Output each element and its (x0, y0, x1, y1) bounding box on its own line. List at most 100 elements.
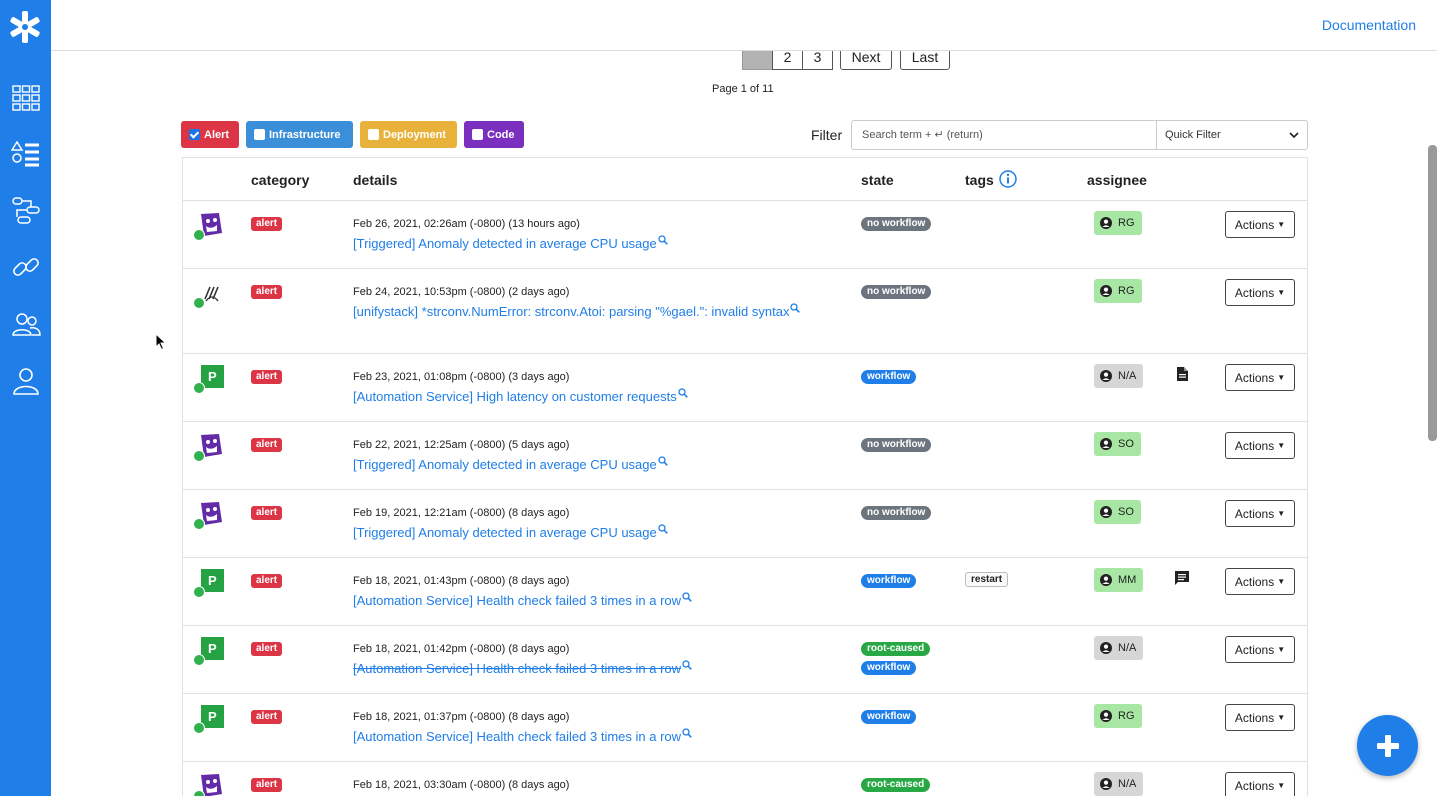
last-page-button[interactable]: Last (900, 51, 950, 70)
magnifier-icon[interactable] (658, 456, 668, 466)
table-row[interactable]: alert Feb 22, 2021, 12:25am (-0800) (5 da… (183, 422, 1307, 490)
avatar-icon (1100, 642, 1112, 654)
timestamp: Feb 18, 2021, 03:30am (-0800) (8 days ag… (353, 779, 570, 791)
magnifier-icon[interactable] (682, 728, 692, 738)
column-header-details[interactable]: details (353, 172, 397, 188)
assignee-badge[interactable]: SO (1094, 500, 1141, 524)
workflow-icon[interactable] (11, 195, 41, 225)
assignee-badge[interactable]: N/A (1094, 636, 1144, 660)
state-badge[interactable]: workflow (861, 710, 917, 724)
state-badge[interactable]: workflow (861, 370, 917, 384)
assignee-badge[interactable]: N/A (1094, 364, 1144, 388)
caret-down-icon: ▼ (1277, 373, 1286, 382)
document-icon[interactable] (1174, 366, 1190, 382)
magnifier-icon[interactable] (790, 303, 801, 313)
column-header-tags[interactable]: tags (965, 170, 1017, 188)
assignee-badge[interactable]: RG (1094, 211, 1142, 235)
assignee-badge[interactable]: RG (1094, 279, 1142, 303)
alert-title-link[interactable]: [Automation Service] Health check failed… (353, 728, 843, 746)
caret-down-icon: ▼ (1277, 781, 1286, 790)
dashboard-grid-icon[interactable] (11, 83, 41, 113)
alerts-table: category details state tags assignee ale… (182, 157, 1308, 796)
alert-list-icon[interactable] (11, 139, 41, 169)
status-dot-icon (193, 297, 205, 309)
quick-filter-select[interactable]: Quick Filter (1156, 120, 1308, 150)
column-header-assignee[interactable]: assignee (1087, 172, 1147, 188)
team-icon[interactable] (11, 309, 41, 339)
page-3-button[interactable]: 3 (802, 51, 833, 70)
logo-icon[interactable] (8, 10, 42, 44)
assignee-badge[interactable]: RG (1094, 704, 1142, 728)
filter-chip-deployment[interactable]: Deployment (360, 121, 457, 148)
actions-label: Actions (1234, 506, 1275, 521)
info-icon[interactable] (999, 170, 1017, 188)
actions-dropdown-button[interactable]: Actions ▼ (1225, 279, 1295, 306)
magnifier-icon[interactable] (658, 235, 668, 245)
actions-dropdown-button[interactable]: Actions ▼ (1225, 704, 1295, 731)
page-1-button[interactable]: 1 (742, 51, 773, 70)
state-badge[interactable]: workflow (861, 661, 917, 675)
alert-title-link[interactable]: [Triggered] Anomaly detected in average … (353, 524, 843, 542)
timestamp: Feb 26, 2021, 02:26am (-0800) (13 hours … (353, 218, 580, 230)
actions-dropdown-button[interactable]: Actions ▼ (1225, 211, 1295, 238)
column-header-category[interactable]: category (251, 172, 309, 188)
alert-title-text: [Automation Service] High latency on cus… (353, 389, 677, 404)
table-row[interactable]: Palert Feb 18, 2021, 01:43pm (-0800) (8 d… (183, 558, 1307, 626)
table-row[interactable]: Palert Feb 18, 2021, 01:37pm (-0800) (8 d… (183, 694, 1307, 762)
actions-dropdown-button[interactable]: Actions ▼ (1225, 568, 1295, 595)
actions-dropdown-button[interactable]: Actions ▼ (1225, 636, 1295, 663)
magnifier-icon[interactable] (658, 524, 668, 534)
table-row[interactable]: alert Feb 19, 2021, 12:21am (-0800) (8 da… (183, 490, 1307, 558)
assignee-badge[interactable]: SO (1094, 432, 1141, 456)
scrollbar-thumb[interactable] (1428, 145, 1437, 441)
page-2-button[interactable]: 2 (772, 51, 803, 70)
table-row[interactable]: Palert Feb 23, 2021, 01:08pm (-0800) (3 d… (183, 354, 1307, 422)
magnifier-icon[interactable] (678, 388, 688, 398)
actions-dropdown-button[interactable]: Actions ▼ (1225, 772, 1295, 796)
checkbox-icon (472, 129, 483, 140)
tag-badge[interactable]: restart (965, 572, 1009, 587)
filter-chip-infrastructure[interactable]: Infrastructure (246, 121, 353, 148)
state-badge[interactable]: no workflow (861, 438, 932, 452)
alert-title-link[interactable]: [Automation Service] High latency on cus… (353, 388, 843, 406)
state-badge[interactable]: no workflow (861, 506, 932, 520)
next-page-button[interactable]: Next (840, 51, 892, 70)
status-dot-icon (193, 518, 205, 530)
filter-chip-alert[interactable]: Alert (181, 121, 239, 148)
actions-dropdown-button[interactable]: Actions ▼ (1225, 432, 1295, 459)
source-icon: P (193, 364, 225, 394)
state-badge[interactable]: no workflow (861, 285, 932, 299)
magnifier-icon[interactable] (682, 660, 692, 670)
filter-chip-code[interactable]: Code (464, 121, 524, 148)
actions-dropdown-button[interactable]: Actions ▼ (1225, 364, 1295, 391)
magnifier-icon[interactable] (682, 592, 692, 602)
table-row[interactable]: alert Feb 24, 2021, 10:53pm (-0800) (2 da… (183, 269, 1307, 354)
alert-title-link[interactable]: [Triggered] Anomaly detected in average … (353, 456, 843, 474)
column-header-state[interactable]: state (861, 172, 894, 188)
state-badge[interactable]: root-caused (861, 778, 931, 792)
search-input[interactable] (851, 120, 1157, 150)
table-row[interactable]: alert Feb 26, 2021, 02:26am (-0800) (13 h… (183, 201, 1307, 269)
assignee-badge[interactable]: MM (1094, 568, 1144, 592)
alert-title-link[interactable]: [unifystack] *strconv.NumError: strconv.… (353, 303, 843, 321)
actions-dropdown-button[interactable]: Actions ▼ (1225, 500, 1295, 527)
assignee-initials: MM (1118, 574, 1137, 586)
state-badge[interactable]: workflow (861, 574, 917, 588)
state-badge[interactable]: no workflow (861, 217, 932, 231)
status-dot-icon (193, 450, 205, 462)
add-alert-button[interactable] (1357, 715, 1418, 776)
assignee-badge[interactable]: N/A (1094, 772, 1144, 796)
integrations-link-icon[interactable] (11, 252, 41, 282)
table-row[interactable]: Palert Feb 18, 2021, 01:42pm (-0800) (8 d… (183, 626, 1307, 694)
alert-title-link[interactable]: [Automation Service] Health check failed… (353, 592, 843, 610)
actions-label: Actions (1234, 778, 1275, 793)
alert-title-link[interactable]: [Automation Service] Health check failed… (353, 660, 843, 678)
comment-icon[interactable] (1174, 570, 1190, 586)
user-icon[interactable] (11, 366, 41, 396)
table-row[interactable]: alert Feb 18, 2021, 03:30am (-0800) (8 da… (183, 762, 1307, 796)
quick-filter-value: Quick Filter (1165, 129, 1221, 141)
assignee-initials: RG (1118, 217, 1135, 229)
documentation-link[interactable]: Documentation (1322, 17, 1416, 33)
alert-title-link[interactable]: [Triggered] Anomaly detected in average … (353, 235, 843, 253)
state-badge[interactable]: root-caused (861, 642, 931, 656)
